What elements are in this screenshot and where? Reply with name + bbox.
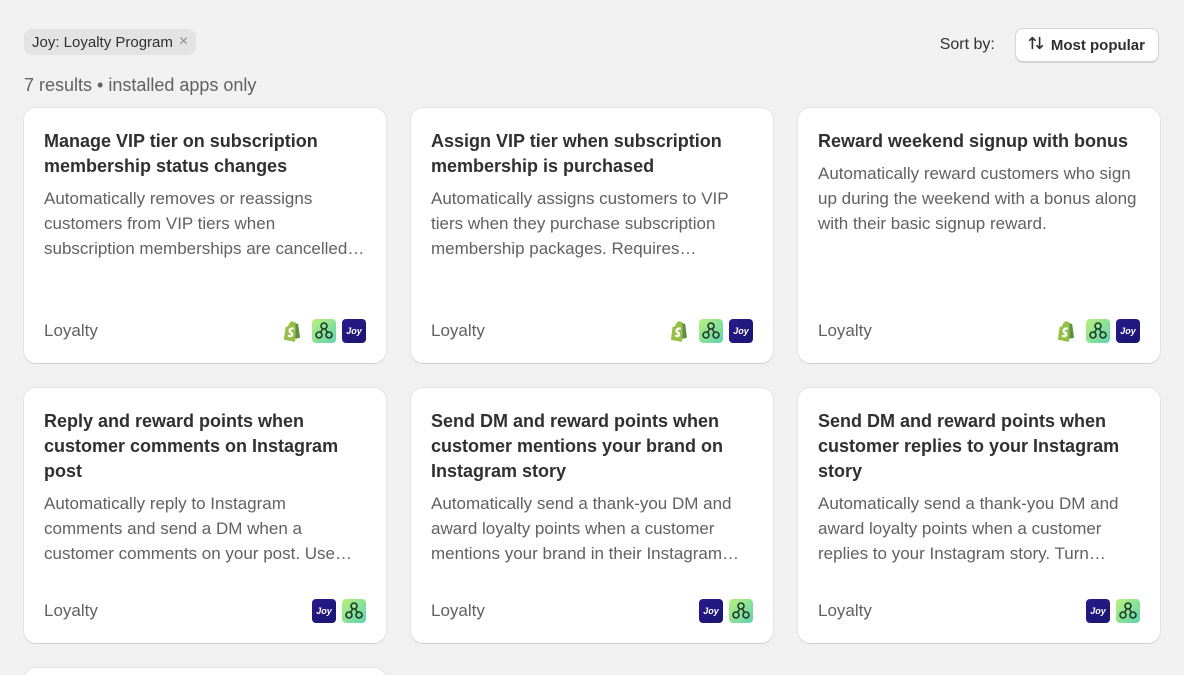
joy-icon: Joy xyxy=(312,599,336,623)
card-description: Automatically send a thank-you DM and aw… xyxy=(818,494,1119,563)
joy-icon: Joy xyxy=(1116,319,1140,343)
joy-icon: Joy xyxy=(729,319,753,343)
card-footer: Loyalty Joy xyxy=(818,319,1140,343)
card-description: Automatically assigns customers to VIP t… xyxy=(431,189,729,258)
card-category: Loyalty xyxy=(818,321,872,340)
card-app-icons: Joy xyxy=(669,319,753,343)
shopify-icon xyxy=(669,319,693,343)
filter-chip-label: Joy: Loyalty Program xyxy=(32,33,173,51)
joy-icon: Joy xyxy=(699,599,723,623)
card-app-icons: Joy xyxy=(282,319,366,343)
sort-value: Most popular xyxy=(1050,36,1145,54)
shopify-icon xyxy=(1056,319,1080,343)
card-title: Reply and reward points when customer co… xyxy=(44,411,339,481)
joy-icon: Joy xyxy=(342,319,366,343)
close-icon[interactable]: × xyxy=(179,34,188,50)
sort-arrows-icon xyxy=(1027,34,1045,56)
template-card[interactable]: Reply and reward points when customer co… xyxy=(24,388,386,643)
template-card-partial[interactable] xyxy=(24,668,386,675)
template-card[interactable]: Manage VIP tier on subscription membersh… xyxy=(24,108,386,363)
sort-button[interactable]: Most popular xyxy=(1014,28,1159,62)
flow-icon xyxy=(1116,599,1140,623)
template-card[interactable]: Send DM and reward points when customer … xyxy=(411,388,773,643)
sort-control: Sort by: Most popular xyxy=(940,28,1159,62)
card-footer: Loyalty Joy xyxy=(431,599,753,623)
card-category: Loyalty xyxy=(818,601,872,620)
card-app-icons: Joy xyxy=(699,599,753,623)
flow-icon xyxy=(1086,319,1110,343)
card-title: Manage VIP tier on subscription membersh… xyxy=(44,131,318,176)
toolbar: Joy: Loyalty Program × Sort by: Most pop… xyxy=(24,28,1159,62)
card-app-icons: Joy xyxy=(1056,319,1140,343)
card-footer: Loyalty Joy xyxy=(44,599,366,623)
card-title: Send DM and reward points when customer … xyxy=(431,411,724,481)
card-description: Automatically send a thank-you DM and aw… xyxy=(431,494,732,563)
card-description: Automatically removes or reassigns custo… xyxy=(44,189,348,258)
flow-icon xyxy=(729,599,753,623)
flow-icon xyxy=(699,319,723,343)
card-app-icons: Joy xyxy=(312,599,366,623)
card-title: Reward weekend signup with bonus xyxy=(818,131,1129,151)
template-card[interactable]: Assign VIP tier when subscription member… xyxy=(411,108,773,363)
card-description: Automatically reward customers who sign … xyxy=(818,164,1137,233)
filter-chip[interactable]: Joy: Loyalty Program × xyxy=(24,29,197,55)
card-title: Assign VIP tier when subscription member… xyxy=(431,131,722,176)
template-card[interactable]: Send DM and reward points when customer … xyxy=(798,388,1160,643)
card-category: Loyalty xyxy=(431,601,485,620)
sort-label: Sort by: xyxy=(939,36,995,53)
flow-icon xyxy=(342,599,366,623)
template-grid: Manage VIP tier on subscription membersh… xyxy=(24,108,1160,643)
card-title: Send DM and reward points when customer … xyxy=(818,411,1120,481)
flow-icon xyxy=(312,319,336,343)
card-footer: Loyalty Joy xyxy=(818,599,1140,623)
template-card[interactable]: Reward weekend signup with bonus Automat… xyxy=(798,108,1160,363)
card-app-icons: Joy xyxy=(1086,599,1140,623)
card-category: Loyalty xyxy=(431,321,485,340)
shopify-icon xyxy=(282,319,306,343)
card-category: Loyalty xyxy=(44,601,98,620)
joy-icon: Joy xyxy=(1086,599,1110,623)
card-category: Loyalty xyxy=(44,321,98,340)
card-footer: Loyalty Joy xyxy=(431,319,753,343)
results-count: 7 results • installed apps only xyxy=(24,75,257,95)
card-footer: Loyalty Joy xyxy=(44,319,366,343)
card-description: Automatically reply to Instagram comment… xyxy=(44,494,336,563)
